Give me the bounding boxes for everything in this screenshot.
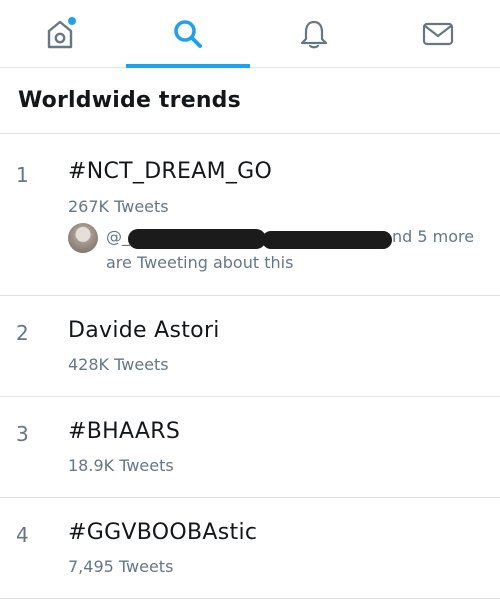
trend-rank: 3 (16, 422, 29, 446)
tab-search[interactable] (126, 0, 250, 68)
section-title: Worldwide trends (18, 88, 241, 113)
trend-rank: 2 (16, 321, 29, 345)
section-header: Worldwide trends (0, 68, 500, 134)
trend-item[interactable]: 3 #BHAARS 18.9K Tweets (0, 398, 500, 498)
tab-home[interactable] (20, 0, 104, 68)
home-icon (45, 16, 79, 52)
trend-name: Davide Astori (68, 318, 220, 343)
trend-item[interactable]: 4 #GGVBOOBAstic 7,495 Tweets (0, 499, 500, 599)
redaction-mark (128, 229, 266, 249)
trend-name: #NCT_DREAM_GO (68, 159, 273, 184)
trend-item[interactable]: 1 #NCT_DREAM_GO 267K Tweets @_ nd 5 more… (0, 135, 500, 296)
trend-tweet-count: 428K Tweets (68, 355, 169, 374)
bell-icon (299, 18, 329, 50)
trend-tweet-count: 18.9K Tweets (68, 456, 174, 475)
trend-tweet-count: 7,495 Tweets (68, 557, 174, 576)
trend-rank: 4 (16, 523, 29, 547)
tweeting-about-text: are Tweeting about this (106, 253, 294, 272)
trend-name: #BHAARS (68, 419, 181, 444)
tab-bar (0, 0, 500, 68)
and-more-text: nd 5 more (392, 227, 475, 246)
trend-rank: 1 (16, 163, 29, 187)
mail-icon (422, 21, 454, 47)
trend-name: #GGVBOOBAstic (68, 520, 258, 545)
trend-tweet-count: 267K Tweets (68, 197, 169, 216)
search-icon (172, 18, 204, 50)
tab-messages[interactable] (396, 0, 480, 68)
tab-notifications[interactable] (272, 0, 356, 68)
redaction-mark (262, 231, 392, 249)
trend-item[interactable]: 2 Davide Astori 428K Tweets (0, 297, 500, 397)
avatar (68, 223, 98, 253)
tweeting-handles: @_ (106, 227, 130, 246)
handle-prefix: @_ (106, 227, 130, 246)
